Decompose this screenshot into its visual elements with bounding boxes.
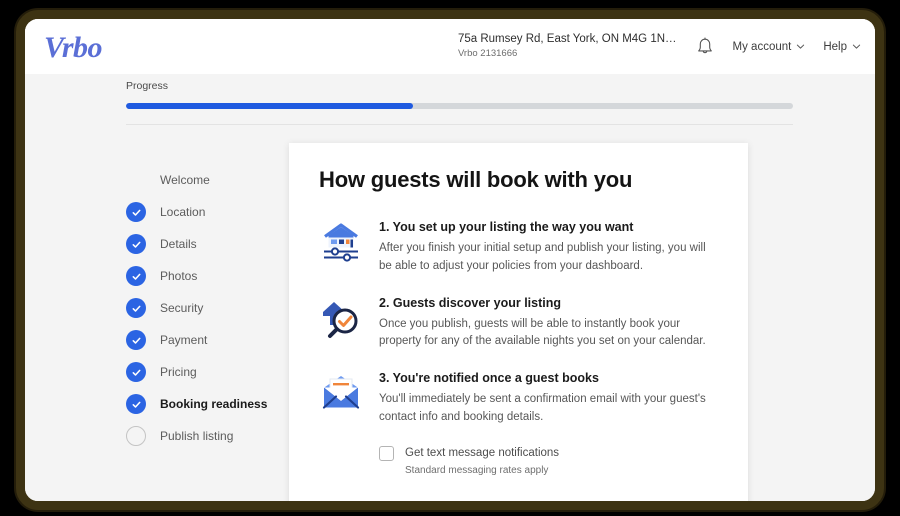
step-complete-icon bbox=[126, 202, 146, 222]
help-label: Help bbox=[823, 40, 847, 53]
main-content-card: How guests will book with you 1. You set… bbox=[289, 143, 748, 501]
booking-step-description: After you finish your initial setup and … bbox=[379, 242, 706, 272]
booking-step-description: Once you publish, guests will be able to… bbox=[379, 317, 706, 348]
sms-notifications-checkbox[interactable] bbox=[379, 445, 394, 461]
progress-bar-track bbox=[126, 103, 793, 109]
header-divider bbox=[126, 124, 793, 125]
listing-info: 75a Rumsey Rd, East York, ON M4G 1N… Vrb… bbox=[458, 32, 677, 61]
progress-label: Progress bbox=[126, 80, 169, 92]
listing-address: 75a Rumsey Rd, East York, ON M4G 1N… bbox=[457, 32, 677, 45]
sidebar-item-label: Details bbox=[160, 237, 197, 251]
step-complete-icon bbox=[126, 394, 146, 414]
booking-step-2: 2. Guests discover your listing Once you… bbox=[319, 295, 718, 352]
sms-notifications-label: Get text message notifications bbox=[405, 447, 560, 460]
my-account-menu[interactable]: My account bbox=[733, 41, 806, 53]
listing-id: Vrbo 2131666 bbox=[457, 48, 518, 60]
sidebar-item-welcome[interactable]: Welcome bbox=[126, 164, 286, 196]
page-viewport: Vrbo 75a Rumsey Rd, East York, ON M4G 1N… bbox=[25, 19, 875, 501]
sidebar-item-label: Publish listing bbox=[160, 429, 234, 443]
sidebar-item-details[interactable]: Details bbox=[126, 228, 286, 260]
chevron-down-icon bbox=[852, 44, 861, 49]
step-complete-icon bbox=[126, 234, 146, 254]
sidebar-item-label: Payment bbox=[160, 333, 208, 347]
house-sliders-icon bbox=[319, 219, 363, 263]
vrbo-logo[interactable]: Vrbo bbox=[44, 31, 103, 65]
sms-rates-note: Standard messaging rates apply bbox=[405, 464, 549, 476]
sidebar-item-photos[interactable]: Photos bbox=[126, 260, 286, 292]
sidebar-item-label: Pricing bbox=[160, 365, 197, 379]
booking-step-3: 3. You're notified once a guest books Yo… bbox=[319, 370, 718, 427]
booking-step-title: 3. You're notified once a guest books bbox=[379, 371, 599, 386]
booking-steps-list: 1. You set up your listing the way you w… bbox=[319, 219, 718, 427]
my-account-label: My account bbox=[732, 40, 792, 53]
browser-window-frame: Vrbo 75a Rumsey Rd, East York, ON M4G 1N… bbox=[16, 10, 884, 510]
chevron-down-icon bbox=[797, 44, 805, 49]
booking-step-body: 1. You set up your listing the way you w… bbox=[379, 219, 718, 276]
step-complete-icon bbox=[126, 330, 146, 350]
house-search-check-icon bbox=[319, 295, 363, 339]
step-complete-icon bbox=[126, 266, 146, 286]
help-menu[interactable]: Help bbox=[823, 41, 861, 53]
sidebar-item-payment[interactable]: Payment bbox=[126, 324, 286, 356]
booking-step-1: 1. You set up your listing the way you w… bbox=[319, 219, 718, 276]
booking-step-body: 3. You're notified once a guest books Yo… bbox=[379, 370, 718, 427]
sidebar-item-label: Security bbox=[160, 301, 204, 315]
step-complete-icon bbox=[126, 298, 146, 318]
sidebar-item-location[interactable]: Location bbox=[126, 196, 286, 228]
booking-step-description: You'll immediately be sent a confirmatio… bbox=[379, 393, 706, 424]
sms-notifications-checkbox-row[interactable]: Get text message notifications bbox=[379, 445, 718, 461]
booking-step-title: 2. Guests discover your listing bbox=[379, 295, 562, 310]
sidebar-item-publish-listing[interactable]: Publish listing bbox=[126, 420, 286, 452]
page-title: How guests will book with you bbox=[319, 167, 633, 192]
booking-step-body: 2. Guests discover your listing Once you… bbox=[379, 295, 718, 352]
setup-steps-sidebar: Welcome Location Details Photos Security… bbox=[126, 164, 286, 452]
sidebar-item-pricing[interactable]: Pricing bbox=[126, 356, 286, 388]
sidebar-item-security[interactable]: Security bbox=[126, 292, 286, 324]
step-incomplete-icon bbox=[126, 426, 146, 446]
sidebar-item-label: Welcome bbox=[160, 173, 210, 187]
sidebar-item-booking-readiness[interactable]: Booking readiness bbox=[126, 388, 286, 420]
card-inner: How guests will book with you 1. You set… bbox=[289, 143, 748, 476]
progress-bar-fill bbox=[126, 103, 413, 109]
top-header-bar: Vrbo 75a Rumsey Rd, East York, ON M4G 1N… bbox=[25, 19, 875, 74]
header-right-group: 75a Rumsey Rd, East York, ON M4G 1N… Vrb… bbox=[458, 19, 861, 74]
sidebar-item-label: Location bbox=[160, 205, 206, 219]
booking-step-title: 1. You set up your listing the way you w… bbox=[379, 220, 634, 234]
progress-section: Progress bbox=[25, 74, 875, 119]
step-complete-icon bbox=[126, 362, 146, 382]
envelope-icon bbox=[319, 370, 363, 414]
sidebar-item-label: Photos bbox=[160, 269, 198, 283]
bell-icon[interactable] bbox=[695, 36, 715, 58]
sidebar-item-label: Booking readiness bbox=[160, 397, 268, 411]
